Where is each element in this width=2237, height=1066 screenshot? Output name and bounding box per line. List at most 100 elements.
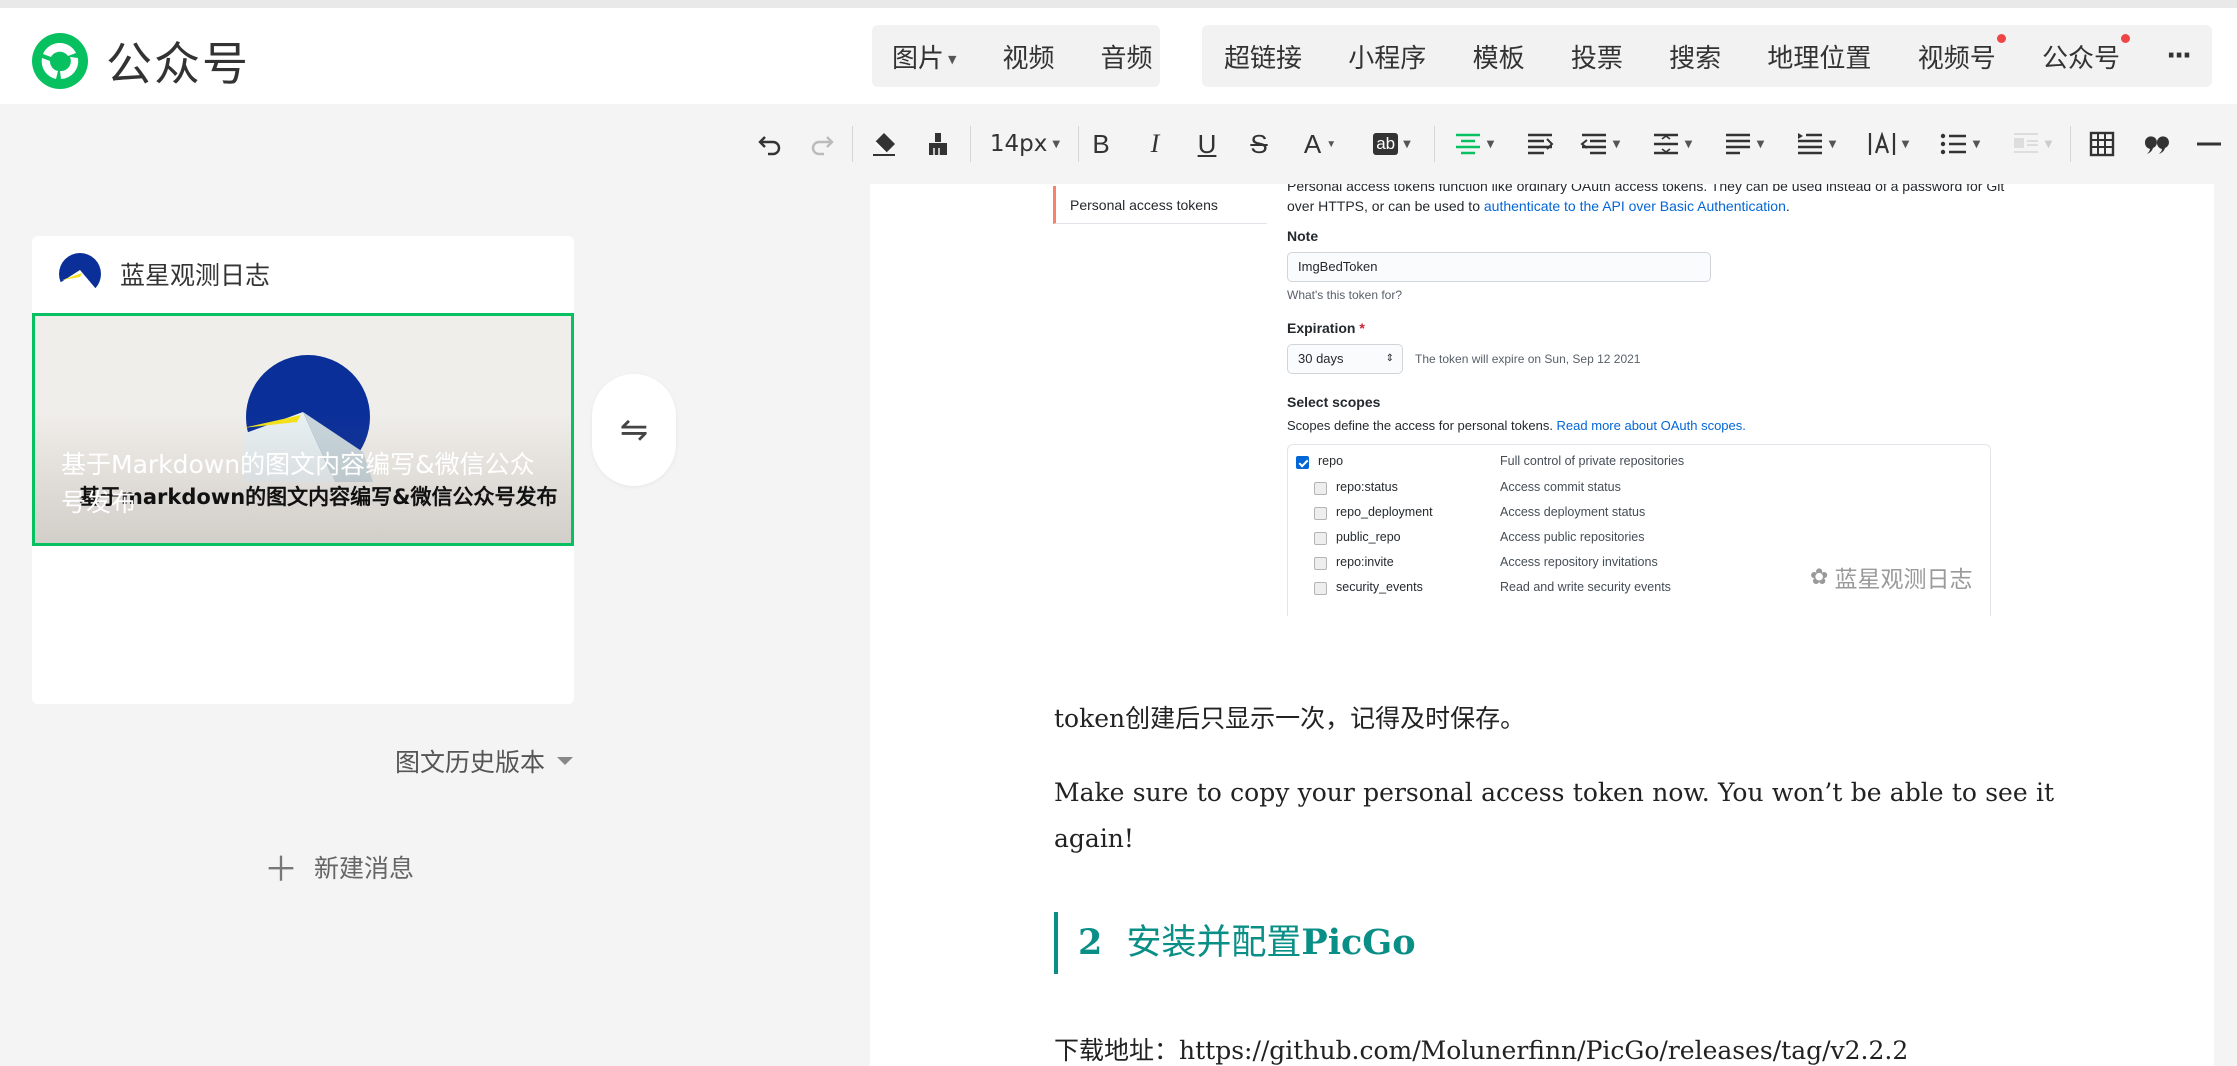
section-title-cn: 安装并配置 [1126, 923, 1302, 963]
scope-desc: Access commit status [1500, 480, 1621, 494]
history-versions-dropdown[interactable]: 图文历史版本 [395, 743, 574, 779]
scope-name: repo:invite [1336, 555, 1394, 569]
scope-desc: Read and write security events [1500, 580, 1671, 594]
underline-icon[interactable]: U [1192, 125, 1222, 163]
nav-channels-label: 视频号 [1917, 43, 1996, 74]
scope-name: repo_deployment [1336, 505, 1433, 519]
nav-vote[interactable]: 投票 [1571, 38, 1623, 75]
nav-location[interactable]: 地理位置 [1767, 38, 1871, 75]
plus-icon: ＋ [264, 850, 298, 890]
history-label: 图文历史版本 [395, 748, 546, 777]
nav-channels[interactable]: 视频号 [1917, 33, 2006, 75]
paragraph-token-note-en[interactable]: Make sure to copy your personal access t… [1054, 770, 2054, 862]
checkbox-icon [1314, 482, 1327, 495]
required-mark: * [1359, 320, 1365, 336]
scope-desc: Full control of private repositories [1500, 454, 1685, 468]
nav-hyperlink[interactable]: 超链接 [1224, 38, 1302, 75]
strikethrough-icon[interactable]: S [1244, 125, 1274, 163]
caret-down-icon: ▼ [1052, 138, 1061, 150]
caret-down-icon: ▼ [2044, 138, 2053, 150]
undo-icon[interactable] [752, 125, 788, 163]
scope-name: public_repo [1336, 530, 1401, 544]
expiration-value: 30 days [1298, 351, 1344, 366]
toolbar-divider [970, 126, 971, 162]
checkbox-checked-icon [1296, 456, 1309, 469]
scope-name: security_events [1336, 580, 1423, 594]
note-field: ImgBedToken [1287, 252, 1711, 282]
note-label: Note [1287, 228, 1319, 244]
font-color-label: A [1303, 128, 1322, 159]
nav-search[interactable]: 搜索 [1669, 38, 1721, 75]
divider-icon[interactable] [2192, 125, 2226, 163]
scopes-help: Scopes define the access for personal to… [1287, 418, 1746, 433]
clear-format-icon[interactable] [866, 125, 902, 163]
checkbox-icon [1314, 532, 1327, 545]
nav-official-account[interactable]: 公众号 [2041, 33, 2130, 75]
nav-mini-program[interactable]: 小程序 [1348, 38, 1426, 75]
indent-icon[interactable] [1524, 125, 1556, 163]
nav-template[interactable]: 模板 [1473, 38, 1525, 75]
bold-icon[interactable]: B [1086, 125, 1116, 163]
scope-name: repo [1318, 454, 1344, 468]
insert-group: 超链接 小程序 模板 投票 搜索 地理位置 视频号 公众号 ··· [1202, 25, 2212, 87]
checkbox-icon [1314, 507, 1327, 520]
logo[interactable]: 公众号 [30, 28, 250, 94]
caret-down-icon: ▼ [1756, 138, 1765, 150]
logo-label: 公众号 [106, 37, 250, 91]
text-indent-icon[interactable]: ▼ [1792, 125, 1840, 163]
table-icon[interactable] [2084, 125, 2120, 163]
nav-image[interactable]: 图片 ▼ [892, 38, 956, 75]
embedded-screenshot[interactable]: Personal access tokens Personal access t… [1053, 184, 2053, 616]
scopes-link: Read more about OAuth scopes. [1556, 418, 1746, 433]
font-size-select[interactable]: 14px ▼ [985, 125, 1065, 163]
letter-spacing-icon[interactable]: ▼ [1864, 125, 1912, 163]
toolbar-divider [2070, 126, 2071, 162]
swap-icon[interactable]: ⇋ [592, 374, 676, 486]
caret-down-icon: ▼ [1326, 138, 1337, 150]
italic-icon[interactable]: I [1140, 125, 1170, 163]
new-message-button[interactable]: ＋ 新建消息 [264, 842, 414, 891]
media-insert-group: 图片 ▼ 视频 音频 [872, 25, 1160, 87]
select-arrows-icon: ⇕ [1385, 353, 1394, 364]
scopes-label: Select scopes [1287, 394, 1381, 410]
scope-desc: Access deployment status [1500, 505, 1646, 519]
paragraph-token-note-cn[interactable]: token创建后只显示一次，记得及时保存。 [1054, 696, 2054, 742]
line-height-icon[interactable]: ▼ [1648, 125, 1696, 163]
caret-down-icon: ▼ [1684, 138, 1693, 150]
watermark-text: 蓝星观测日志 [1834, 567, 1973, 593]
editor-canvas[interactable]: Personal access tokens Personal access t… [870, 184, 2214, 1066]
caret-down-icon: ▼ [1972, 138, 1981, 150]
background-color-icon[interactable]: ab ▼ [1366, 125, 1418, 163]
align-center-icon[interactable]: ▼ [1450, 125, 1498, 163]
quote-icon[interactable] [2138, 125, 2174, 163]
nav-official-account-label: 公众号 [2041, 43, 2120, 74]
note-help: What's this token for? [1287, 288, 1403, 302]
expiration-label-text: Expiration [1287, 320, 1356, 336]
scope-name: repo:status [1336, 480, 1398, 494]
unordered-list-icon[interactable]: ▼ [1936, 125, 1984, 163]
nav-video[interactable]: 视频 [1002, 38, 1054, 75]
section-heading[interactable]: 2 安装并配置PicGo [1054, 912, 1416, 974]
paragraph-spacing-icon[interactable]: ▼ [1720, 125, 1768, 163]
article-cover-card[interactable]: 基于markdown的图文内容编写&微信公众号发布 基于Markdown的图文内… [32, 313, 574, 546]
redo-icon[interactable] [804, 125, 840, 163]
font-color-icon[interactable]: A ▼ [1298, 125, 1342, 163]
caret-down-icon: ▼ [1612, 138, 1621, 150]
wechat-icon: ✿ [1810, 564, 1829, 590]
nav-audio[interactable]: 音频 [1101, 38, 1153, 75]
checkbox-icon [1314, 582, 1327, 595]
screenshot-description: Personal access tokens function like ord… [1287, 184, 2007, 216]
paragraph-download-url[interactable]: 下载地址：https://github.com/Molunerfinn/PicG… [1054, 1028, 2054, 1066]
account-name: 蓝星观测日志 [120, 261, 271, 290]
format-painter-icon[interactable] [920, 125, 956, 163]
caret-down-icon: ▼ [1403, 138, 1411, 150]
outdent-icon[interactable]: ▼ [1576, 125, 1624, 163]
more-icon[interactable]: ··· [2166, 41, 2192, 71]
wechat-official-account-logo-icon [30, 31, 90, 91]
expiration-help: The token will expire on Sun, Sep 12 202… [1415, 352, 1641, 366]
cover-title: 基于Markdown的图文内容编写&微信公众号发布 [61, 450, 535, 517]
font-size-value: 14px [989, 131, 1048, 157]
caret-down-icon: ▼ [948, 52, 957, 66]
expiration-select: 30 days ⇕ [1287, 344, 1403, 374]
background-color-label: ab [1373, 133, 1399, 155]
